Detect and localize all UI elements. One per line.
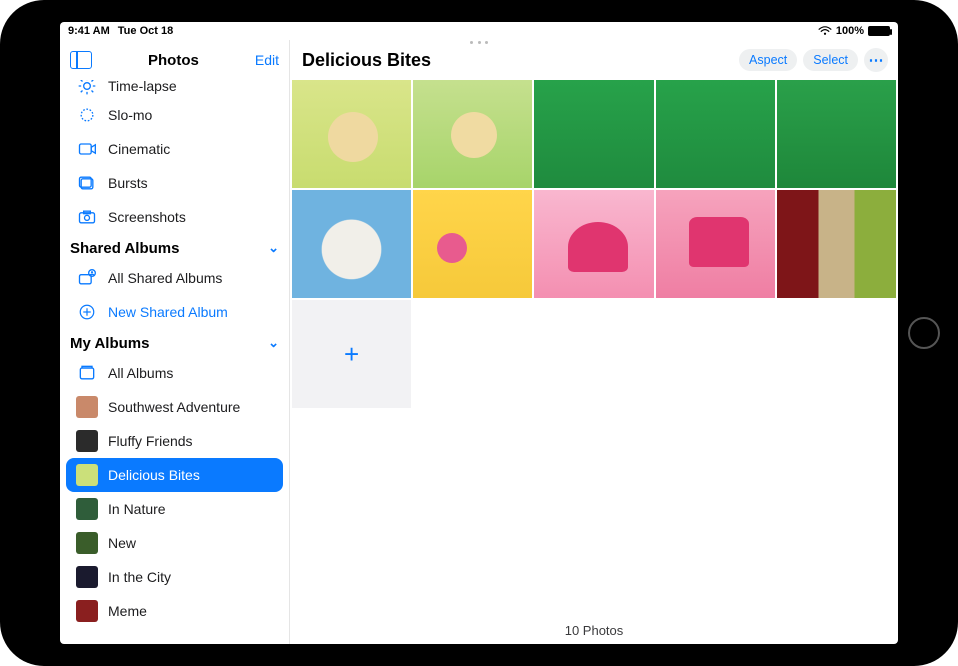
screenshots-icon xyxy=(76,206,98,228)
sidebar-item-label: Screenshots xyxy=(108,209,186,225)
ipad-device-frame: 9:41 AM Tue Oct 18 100% Photos Edit xyxy=(0,0,958,666)
album-thumb xyxy=(76,600,98,622)
plus-icon xyxy=(76,301,98,323)
photo-thumbnail[interactable] xyxy=(292,190,411,298)
sidebar-header: Photos Edit xyxy=(60,40,289,80)
photo-thumbnail[interactable] xyxy=(534,190,653,298)
photo-thumbnail[interactable] xyxy=(656,190,775,298)
aspect-button[interactable]: Aspect xyxy=(739,49,797,71)
photo-thumbnail[interactable] xyxy=(656,80,775,188)
status-bar: 9:41 AM Tue Oct 18 100% xyxy=(60,22,898,40)
sidebar-item-label: Meme xyxy=(108,603,147,619)
albums-icon xyxy=(76,362,98,384)
main-pane: Delicious Bites Aspect Select ⋯ xyxy=(290,40,898,644)
sidebar-item-label: All Shared Albums xyxy=(108,270,222,286)
sidebar-item-label: All Albums xyxy=(108,365,173,381)
timelapse-icon xyxy=(76,80,98,97)
sidebar-item-new-shared[interactable]: New Shared Album xyxy=(60,295,289,329)
screen: 9:41 AM Tue Oct 18 100% Photos Edit xyxy=(60,22,898,644)
status-date: Tue Oct 18 xyxy=(118,25,173,37)
sidebar-item-label: New Shared Album xyxy=(108,304,228,320)
sidebar-section-shared[interactable]: Shared Albums ⌄ xyxy=(60,234,289,261)
sidebar-item-label: Time-lapse xyxy=(108,80,177,94)
album-thumb xyxy=(76,396,98,418)
photo-thumbnail[interactable] xyxy=(292,80,411,188)
add-photo-tile[interactable]: + xyxy=(292,300,411,408)
select-button[interactable]: Select xyxy=(803,49,858,71)
sidebar-item-label: Slo-mo xyxy=(108,107,152,123)
album-thumb xyxy=(76,566,98,588)
sidebar-item-label: Fluffy Friends xyxy=(108,433,193,449)
album-thumb xyxy=(76,464,98,486)
photo-thumbnail[interactable] xyxy=(777,190,896,298)
sidebar-edit-button[interactable]: Edit xyxy=(255,52,279,68)
sidebar-item-label: Cinematic xyxy=(108,141,170,157)
chevron-down-icon: ⌄ xyxy=(268,335,279,351)
wifi-icon xyxy=(818,26,832,36)
album-thumb xyxy=(76,532,98,554)
slomo-icon xyxy=(76,104,98,126)
sidebar-item-slomo[interactable]: Slo-mo xyxy=(60,98,289,132)
bursts-icon xyxy=(76,172,98,194)
section-title: Shared Albums xyxy=(70,240,179,257)
sidebar-item-delicious[interactable]: Delicious Bites xyxy=(66,458,283,492)
album-thumb xyxy=(76,498,98,520)
sidebar-item-all-shared[interactable]: All Shared Albums xyxy=(60,261,289,295)
photo-thumbnail[interactable] xyxy=(413,80,532,188)
home-button[interactable] xyxy=(908,317,940,349)
photo-grid: + xyxy=(290,80,898,408)
sidebar-app-title: Photos xyxy=(148,52,199,69)
sidebar-item-in-city[interactable]: In the City xyxy=(60,560,289,594)
sidebar-item-label: In the City xyxy=(108,569,171,585)
sidebar-scroll[interactable]: Time-lapse Slo-mo Cinematic xyxy=(60,80,289,644)
sidebar: Photos Edit Time-lapse Slo-mo xyxy=(60,40,290,644)
sidebar-item-timelapse[interactable]: Time-lapse xyxy=(60,80,289,98)
sidebar-item-bursts[interactable]: Bursts xyxy=(60,166,289,200)
album-title: Delicious Bites xyxy=(302,50,431,71)
photo-thumbnail[interactable] xyxy=(413,190,532,298)
plus-icon: + xyxy=(344,339,359,370)
album-thumb xyxy=(76,430,98,452)
photo-count-label: 10 Photos xyxy=(290,623,898,638)
cinematic-icon xyxy=(76,138,98,160)
sidebar-item-label: New xyxy=(108,535,136,551)
sidebar-item-fluffy[interactable]: Fluffy Friends xyxy=(60,424,289,458)
sidebar-item-meme[interactable]: Meme xyxy=(60,594,289,628)
sidebar-item-label: Bursts xyxy=(108,175,148,191)
photo-thumbnail[interactable] xyxy=(777,80,896,188)
sidebar-item-in-nature[interactable]: In Nature xyxy=(60,492,289,526)
sidebar-item-all-albums[interactable]: All Albums xyxy=(60,356,289,390)
sidebar-section-myalbums[interactable]: My Albums ⌄ xyxy=(60,329,289,356)
sidebar-item-cinematic[interactable]: Cinematic xyxy=(60,132,289,166)
sidebar-item-label: Southwest Adventure xyxy=(108,399,240,415)
battery-pct: 100% xyxy=(836,25,864,37)
section-title: My Albums xyxy=(70,335,149,352)
battery-icon xyxy=(868,26,890,36)
photo-thumbnail[interactable] xyxy=(534,80,653,188)
more-button[interactable]: ⋯ xyxy=(864,48,888,72)
status-time: 9:41 AM xyxy=(68,25,110,37)
shared-albums-icon xyxy=(76,267,98,289)
chevron-down-icon: ⌄ xyxy=(268,240,279,256)
sidebar-item-screenshots[interactable]: Screenshots xyxy=(60,200,289,234)
sidebar-item-label: In Nature xyxy=(108,501,166,517)
sidebar-item-southwest[interactable]: Southwest Adventure xyxy=(60,390,289,424)
ellipsis-icon: ⋯ xyxy=(869,51,884,69)
sidebar-item-label: Delicious Bites xyxy=(108,467,200,483)
sidebar-item-new[interactable]: New xyxy=(60,526,289,560)
sidebar-toggle-icon[interactable] xyxy=(70,51,92,69)
main-header: Delicious Bites Aspect Select ⋯ xyxy=(290,40,898,80)
